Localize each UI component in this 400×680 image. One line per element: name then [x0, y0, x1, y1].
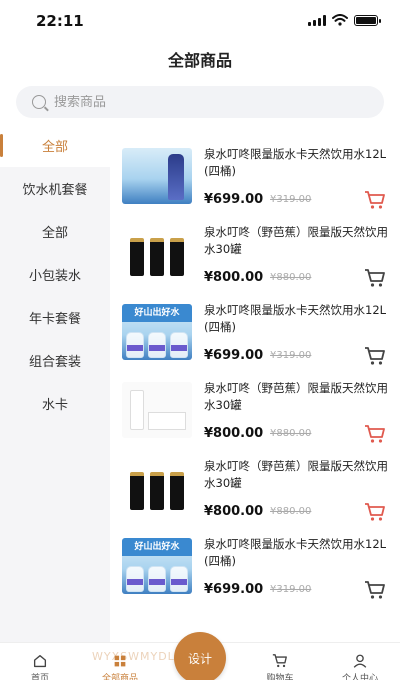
tab-label: 全部商品: [101, 674, 138, 680]
tab-label: 首页: [30, 674, 49, 680]
watermark: WYXSWMYDLOWN: [92, 650, 206, 663]
can-graphic: [130, 238, 144, 276]
can-graphic: [150, 238, 164, 276]
page-title: 全部商品: [167, 51, 232, 70]
product-image: [122, 148, 192, 204]
can-graphic: [150, 472, 164, 510]
product-old-price: ¥319.00: [270, 584, 312, 595]
tab-cart[interactable]: 购物车: [240, 643, 320, 680]
sidebar-item-label: 饮水机套餐: [22, 183, 88, 198]
product-name: 泉水叮咚（野芭蕉）限量版天然饮用水30罐: [204, 381, 388, 412]
product-old-price: ¥880.00: [270, 506, 312, 517]
sidebar-item-label: 组合套装: [28, 355, 81, 370]
sidebar-item-label: 全部: [41, 226, 68, 241]
add-to-cart-icon[interactable]: [364, 268, 386, 288]
search-box[interactable]: [16, 86, 384, 118]
tab-label: 个人中心: [341, 674, 378, 680]
header: 全部商品: [0, 40, 400, 82]
sidebar-item-label: 小包装水: [28, 269, 81, 284]
product-name: 泉水叮咚（野芭蕉）限量版天然饮用水30罐: [204, 225, 388, 256]
product-image: 好山出好水: [122, 538, 192, 594]
signal-icon: [308, 14, 326, 26]
search-icon: [32, 95, 46, 109]
sidebar-item-water-card[interactable]: 水卡: [0, 382, 110, 425]
add-to-cart-icon[interactable]: [364, 190, 386, 210]
product-item[interactable]: 泉水叮咚限量版水卡天然饮用水12L (四桶) ¥699.00 ¥319.00: [110, 138, 400, 216]
can-graphic: [130, 472, 144, 510]
product-old-price: ¥319.00: [270, 194, 312, 205]
sidebar-item-label: 全部: [41, 140, 68, 155]
product-image: [122, 460, 192, 516]
sidebar-item-dispenser-package[interactable]: 饮水机套餐: [0, 167, 110, 210]
product-price: ¥800.00: [204, 270, 264, 285]
add-to-cart-icon[interactable]: [364, 580, 386, 600]
product-name: 泉水叮咚（野芭蕉）限量版天然饮用水30罐: [204, 459, 388, 490]
add-to-cart-icon[interactable]: [364, 346, 386, 366]
sidebar-item-label: 年卡套餐: [28, 312, 81, 327]
product-name: 泉水叮咚限量版水卡天然饮用水12L (四桶): [204, 537, 387, 568]
sidebar-item-all-2[interactable]: 全部: [0, 210, 110, 253]
status-bar: 22:11: [0, 0, 400, 40]
jug-graphic: [148, 332, 166, 358]
product-list: 泉水叮咚限量版水卡天然饮用水12L (四桶) ¥699.00 ¥319.00 泉…: [110, 124, 400, 642]
add-to-cart-icon[interactable]: [364, 424, 386, 444]
can-graphic: [130, 390, 144, 430]
status-icons: [308, 14, 381, 26]
jug-graphic: [126, 332, 144, 358]
product-image: [122, 382, 192, 438]
product-name: 泉水叮咚限量版水卡天然饮用水12L (四桶): [204, 147, 387, 178]
status-time: 22:11: [36, 12, 84, 30]
can-graphic: [170, 472, 184, 510]
tab-profile[interactable]: 个人中心: [320, 643, 400, 680]
product-name: 泉水叮咚限量版水卡天然饮用水12L (四桶): [204, 303, 387, 334]
jug-graphic: [148, 566, 166, 592]
box-graphic: [148, 412, 186, 430]
sidebar-item-small-pack[interactable]: 小包装水: [0, 253, 110, 296]
product-old-price: ¥880.00: [270, 428, 312, 439]
home-icon: [33, 655, 47, 668]
product-item[interactable]: 泉水叮咚（野芭蕉）限量版天然饮用水30罐 ¥800.00 ¥880.00: [110, 216, 400, 294]
sidebar-item-combo[interactable]: 组合套装: [0, 339, 110, 382]
water-bottle-graphic: [168, 154, 184, 200]
brand-banner: 好山出好水: [122, 538, 192, 556]
cart-icon: [272, 654, 287, 668]
product-item[interactable]: 泉水叮咚（野芭蕉）限量版天然饮用水30罐 ¥800.00 ¥880.00: [110, 450, 400, 528]
product-image: [122, 226, 192, 282]
tab-label: 购物车: [266, 674, 294, 680]
battery-icon: [354, 14, 381, 26]
product-image: 好山出好水: [122, 304, 192, 360]
product-price: ¥699.00: [204, 192, 264, 207]
product-price: ¥800.00: [204, 426, 264, 441]
can-graphic: [170, 238, 184, 276]
product-price: ¥699.00: [204, 348, 264, 363]
jug-graphic: [170, 332, 188, 358]
user-icon: [353, 654, 367, 668]
product-item[interactable]: 泉水叮咚（野芭蕉）限量版天然饮用水30罐 ¥800.00 ¥880.00: [110, 372, 400, 450]
category-sidebar: 全部 饮水机套餐 全部 小包装水 年卡套餐 组合套装 水卡: [0, 124, 110, 642]
product-old-price: ¥880.00: [270, 272, 312, 283]
search-bar: [0, 82, 400, 124]
sidebar-item-annual-card[interactable]: 年卡套餐: [0, 296, 110, 339]
jug-graphic: [126, 566, 144, 592]
add-to-cart-icon[interactable]: [364, 502, 386, 522]
wifi-icon: [332, 14, 348, 26]
product-old-price: ¥319.00: [270, 350, 312, 361]
product-item[interactable]: 好山出好水 泉水叮咚限量版水卡天然饮用水12L (四桶) ¥699.00 ¥31…: [110, 528, 400, 606]
product-price: ¥699.00: [204, 582, 264, 597]
brand-banner: 好山出好水: [122, 304, 192, 322]
search-input[interactable]: [54, 94, 354, 110]
tab-home[interactable]: 首页: [0, 643, 80, 680]
product-price: ¥800.00: [204, 504, 264, 519]
jug-graphic: [170, 566, 188, 592]
sidebar-item-all[interactable]: 全部: [0, 124, 110, 167]
sidebar-item-label: 水卡: [41, 398, 68, 413]
product-item[interactable]: 好山出好水 泉水叮咚限量版水卡天然饮用水12L (四桶) ¥699.00 ¥31…: [110, 294, 400, 372]
